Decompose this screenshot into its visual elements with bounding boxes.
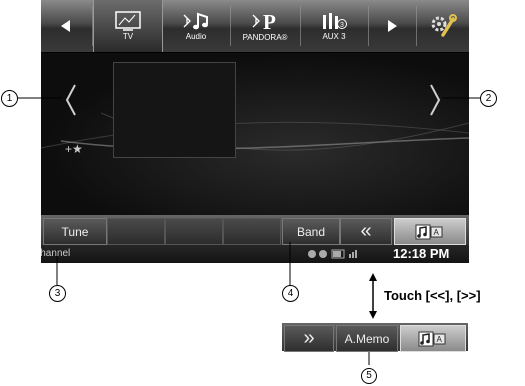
tv-display-area: +★ [41,53,469,215]
amemo-function-bar: » A.Memo A [282,323,468,352]
source-pandora-label: PANDORA® [242,33,288,42]
rewind-button[interactable]: « [340,218,392,245]
triangle-right-icon [388,20,397,32]
source-audio-button[interactable]: Audio [163,0,229,52]
status-icons [308,249,357,259]
callout-1: 1 [1,90,18,107]
source-audio-label: Audio [185,32,207,41]
aux-icon: 3 [323,13,347,29]
audio-visual-icon: A [415,224,443,239]
source-aux-label: AUX 3 [322,32,346,41]
scroll-right-button[interactable] [369,0,415,52]
tune-button[interactable]: Tune [43,218,107,245]
callout-3: 3 [49,285,66,302]
bluetooth-audio-icon [183,12,208,30]
settings-wrench-icon [431,14,457,37]
svg-text:A: A [434,228,440,237]
source-tv-button[interactable]: TV [93,0,163,52]
touch-instruction-text: Touch [<<], [>>] [384,288,481,303]
amemo-button[interactable]: A.Memo [336,325,398,352]
audio-visual-icon: A [418,331,446,346]
add-favorite-button[interactable]: +★ [65,142,83,156]
source-bar: TV Audio P PANDORA® 3 AUX 3 [41,0,469,53]
av-mode-button[interactable]: A [400,325,466,352]
svg-text:P: P [263,10,276,32]
source-pandora-button[interactable]: P PANDORA® [231,0,299,52]
scroll-left-button[interactable] [41,0,91,52]
svg-text:A: A [437,335,443,344]
callout-2: 2 [480,90,497,107]
function-slot [223,218,281,245]
svg-text:3: 3 [340,22,344,29]
chevron-left-icon [65,84,76,116]
chevron-right-icon [430,84,441,116]
tv-preview-window[interactable] [113,62,236,158]
callout-4: 4 [282,285,299,302]
previous-channel-button[interactable] [61,83,81,117]
tv-icon [115,11,141,31]
bluetooth-pandora-icon: P [252,10,276,32]
head-unit-screen: TV Audio P PANDORA® 3 AUX 3 +★ Tune Band… [41,0,469,263]
av-mode-button[interactable]: A [394,218,466,245]
source-tv-label: TV [122,32,134,41]
next-channel-button[interactable] [425,83,445,117]
channel-info-text: Channel [41,248,71,259]
source-aux-button[interactable]: 3 AUX 3 [301,0,367,52]
function-slot [165,218,223,245]
triangle-left-icon [61,20,70,32]
band-button[interactable]: Band [282,218,340,245]
callout-5: 5 [361,368,377,384]
status-bar: Channel 12:18 PM [41,245,469,263]
background-swoosh [41,112,469,151]
function-bar: Tune Band « A [41,215,469,245]
forward-button[interactable]: » [284,325,334,352]
function-slot [107,218,165,245]
setup-button[interactable] [417,0,469,52]
clock: 12:18 PM [393,246,450,261]
